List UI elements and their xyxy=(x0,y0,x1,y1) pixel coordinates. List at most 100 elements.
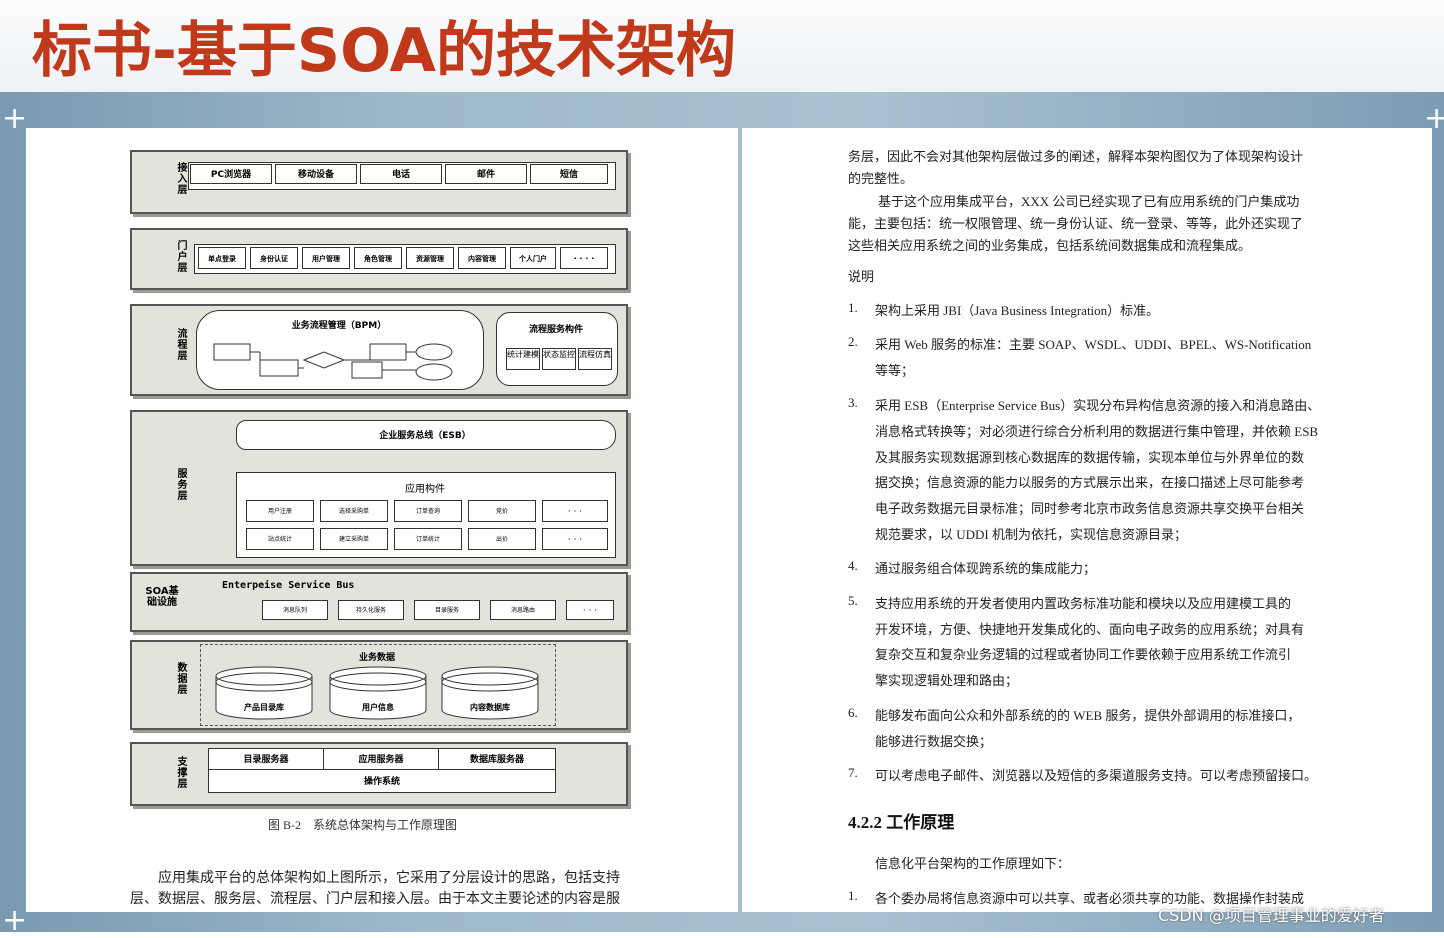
process-layer: 流程层 业务流程管理（BPM） 流程服务构件 统计建模 状态监控 流程仿真 xyxy=(130,304,628,396)
list-number: 5. xyxy=(848,593,858,608)
list-item-line: 等等； xyxy=(875,363,915,378)
support-server: 应用服务器 xyxy=(323,748,439,770)
list-item-line: 支持应用系统的开发者使用内置政务标准功能和模块以及应用建模工具的 xyxy=(875,596,1292,611)
document-page-left: 接入层 PC浏览器 移动设备 电话 邮件 短信 门户层 单点登录 身份认证 用户… xyxy=(26,128,738,912)
soa-item: 持久化服务 xyxy=(338,600,404,620)
list-number: 4. xyxy=(848,558,858,573)
section-heading: 4.2.2 工作原理 xyxy=(848,813,955,832)
soa-item: 消息队列 xyxy=(262,600,328,620)
document-page-right: 务层，因此不会对其他架构层做过多的阐述，解释本架构图仅为了体现架构设计 的完整性… xyxy=(742,128,1432,912)
app-component: 选择采购单 xyxy=(320,500,388,522)
figure-caption: 图 B-2 系统总体架构与工作原理图 xyxy=(268,818,458,832)
process-component: 统计建模 xyxy=(506,348,540,370)
list-item-line: 规范要求，以 UDDI 机制为依托，实现信息资源目录； xyxy=(875,527,1187,542)
list-item-line: 消息格式转换等；对必须进行综合分析利用的数据进行集中管理，并依赖 ESB xyxy=(875,424,1319,439)
layer-label: 流程层 xyxy=(175,328,186,361)
portal-item: 身份认证 xyxy=(250,247,298,269)
database-cylinders xyxy=(215,666,539,720)
service-layer: 服务层 企业服务总线（ESB） 应用构件 用户注册 选择采购单 订单查询 竞价 … xyxy=(130,410,628,566)
app-component: 订单查询 xyxy=(394,500,462,522)
list-item-line: 复杂交互和复杂业务逻辑的过程或者协同工作要依赖于应用系统工作流引 xyxy=(875,647,1292,662)
access-layer: 接入层 PC浏览器 移动设备 电话 邮件 短信 xyxy=(130,150,628,214)
body-text-line: 应用集成平台的总体架构如上图所示，它采用了分层设计的思路，包括支持 xyxy=(158,871,620,886)
support-layer: 支撑层 目录服务器 应用服务器 数据库服务器 操作系统 xyxy=(130,742,628,806)
portal-item: 角色管理 xyxy=(354,247,402,269)
soa-bus-label: Enterpeise Service Bus xyxy=(222,580,355,591)
list-item-line: 开发环境，方便、快捷地开发集成化的、面向电子政务的应用系统；对具有 xyxy=(875,622,1305,637)
layer-label: SOA基础设施 xyxy=(145,586,179,608)
layer-label: 数据层 xyxy=(175,662,186,695)
list-item-line: 擎实现逻辑处理和路由； xyxy=(875,673,1019,688)
process-component: 流程仿真 xyxy=(578,348,612,370)
watermark: CSDN @项目管理事业的爱好者 xyxy=(1158,906,1385,925)
note-label: 说明 xyxy=(848,269,875,284)
access-item: PC浏览器 xyxy=(190,164,272,184)
list-item-line: 能够发布面向公众和外部系统的的 WEB 服务，提供外部调用的标准接口， xyxy=(875,708,1301,723)
list-number: 3. xyxy=(848,395,858,410)
list-number: 6. xyxy=(848,705,858,720)
layer-label: 服务层 xyxy=(175,468,186,501)
body-text-line: 这些相关应用系统之间的业务集成，包括系统间数据集成和流程集成。 xyxy=(848,238,1252,253)
access-item: 短信 xyxy=(530,164,608,184)
body-text-line: 务层，因此不会对其他架构层做过多的阐述，解释本架构图仅为了体现架构设计 xyxy=(848,149,1304,164)
app-component: 站点统计 xyxy=(246,528,314,550)
bpm-flow-diagram xyxy=(213,343,453,381)
layer-label: 支撑层 xyxy=(175,756,186,789)
slide-title: 标书-基于SOA的技术架构 xyxy=(32,16,736,86)
database-label: 用户信息 xyxy=(362,703,394,712)
app-components-title: 应用构件 xyxy=(405,484,445,495)
access-item: 移动设备 xyxy=(275,164,357,184)
layer-label: 接入层 xyxy=(175,162,186,195)
body-text-line: 基于这个应用集成平台，XXX 公司已经实现了已有应用系统的门户集成功 xyxy=(878,194,1300,209)
process-components-title: 流程服务构件 xyxy=(528,325,583,335)
list-number: 2. xyxy=(848,334,858,349)
list-item-line: 可以考虑电子邮件、浏览器以及短信的多渠道服务支持。可以考虑预留接口。 xyxy=(875,768,1318,783)
title-band: 标书-基于SOA的技术架构 xyxy=(0,0,1444,92)
list-item-line: 电子政务数据元目录标准；同时参考北京市政务信息资源共享交换平台相关 xyxy=(875,501,1305,516)
list-item-line: 采用 Web 服务的标准：主要 SOAP、WSDL、UDDI、BPEL、WS-N… xyxy=(875,337,1312,352)
support-server: 数据库服务器 xyxy=(438,748,556,770)
portal-item: 内容管理 xyxy=(458,247,506,269)
app-component: · · · xyxy=(542,528,608,550)
portal-item: 用户管理 xyxy=(302,247,350,269)
database-label: 产品目录库 xyxy=(244,703,284,712)
layer-label: 门户层 xyxy=(175,240,186,273)
business-data-title: 业务数据 xyxy=(358,653,395,663)
app-component: 订单统计 xyxy=(394,528,462,550)
soa-item: 目录服务 xyxy=(414,600,480,620)
portal-item: · · · · xyxy=(560,247,608,269)
list-item-line: 通过服务组合体现跨系统的集成能力； xyxy=(875,561,1097,576)
soa-item: · · · xyxy=(566,600,614,620)
app-component: 用户注册 xyxy=(246,500,314,522)
esb-label: 企业服务总线（ESB） xyxy=(379,431,471,441)
support-server: 目录服务器 xyxy=(208,748,324,770)
list-item-line: 架构上采用 JBI（Java Business Integration）标准。 xyxy=(875,303,1160,318)
app-component: · · · xyxy=(542,500,608,522)
list-item-line: 采用 ESB（Enterprise Service Bus）实现分布异构信息资源… xyxy=(875,398,1321,413)
soa-infrastructure-layer: SOA基础设施 Enterpeise Service Bus 消息队列 持久化服… xyxy=(130,572,628,632)
soa-item: 消息路由 xyxy=(490,600,556,620)
plus-icon: + xyxy=(2,101,28,136)
list-number: 7. xyxy=(848,765,858,780)
body-text-line: 层、数据层、服务层、流程层、门户层和接入层。由于本文主要论述的内容是服 xyxy=(130,892,620,907)
access-item: 电话 xyxy=(360,164,442,184)
body-text-line: 的完整性。 xyxy=(848,171,914,186)
list-number: 1. xyxy=(848,888,858,903)
list-number: 1. xyxy=(848,300,858,315)
app-component: 出价 xyxy=(468,528,536,550)
list-item-line: 据交换；信息资源的能力以服务的方式展示出来，在接口描述上尽可能参考 xyxy=(875,475,1305,490)
portal-layer: 门户层 单点登录 身份认证 用户管理 角色管理 资源管理 内容管理 个人门户 ·… xyxy=(130,228,628,290)
body-text-line: 信息化平台架构的工作原理如下： xyxy=(875,856,1071,871)
data-layer: 数据层 业务数据 产品目录库 用户信息 内容数据库 xyxy=(130,640,628,730)
access-item: 邮件 xyxy=(445,164,527,184)
body-text-line: 能，主要包括：统一权限管理、统一身份认证、统一登录、等等，此外还实现了 xyxy=(848,216,1304,231)
bpm-title: 业务流程管理（BPM） xyxy=(291,321,387,331)
portal-item: 个人门户 xyxy=(510,247,556,269)
portal-item: 单点登录 xyxy=(198,247,246,269)
operating-system: 操作系统 xyxy=(208,769,556,793)
list-item-line: 能够进行数据交换； xyxy=(875,734,993,749)
database-label: 内容数据库 xyxy=(470,703,510,712)
process-component: 状态监控 xyxy=(542,348,576,370)
list-item-line: 及其服务实现数据源到核心数据库的数据传输，实现本单位与外界单位的数 xyxy=(875,450,1305,465)
app-component: 竞价 xyxy=(468,500,536,522)
